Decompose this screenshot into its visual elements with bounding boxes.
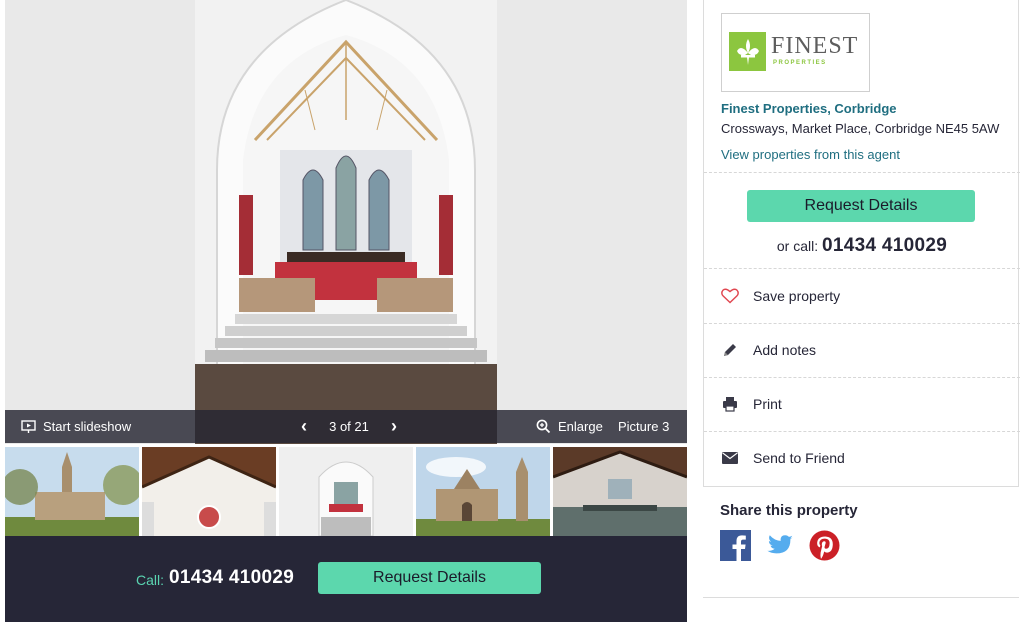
thumbnail-roof-timber[interactable] <box>142 447 276 536</box>
logo-subtitle: PROPERTIES <box>773 60 827 66</box>
thumbnail-nave[interactable] <box>553 447 687 536</box>
share-title: Share this property <box>720 502 858 519</box>
thumbnail-strip <box>5 447 687 536</box>
request-details-button-bottom[interactable]: Request Details <box>318 562 541 594</box>
view-agent-properties-link[interactable]: View properties from this agent <box>721 147 900 162</box>
thumbnail-chancel[interactable] <box>279 447 413 536</box>
send-to-friend-label: Send to Friend <box>753 450 845 466</box>
thumbnail-church-facade[interactable] <box>416 447 550 536</box>
photo-count-text: 3 of 21 <box>329 419 369 434</box>
pencil-icon <box>720 340 740 360</box>
save-property-label: Save property <box>753 288 841 304</box>
or-call-label: or call: <box>776 238 819 254</box>
save-property-action[interactable]: Save property <box>704 269 1020 323</box>
agent-address: Crossways, Market Place, Corbridge NE45 … <box>721 121 1000 136</box>
agent-phone-number[interactable]: 01434 410029 <box>822 235 947 256</box>
previous-photo-icon[interactable]: ‹ <box>301 416 307 437</box>
agent-name[interactable]: Finest Properties, Corbridge <box>721 101 897 116</box>
photo-counter: ‹ 3 of 21 › <box>301 410 397 443</box>
zoom-icon <box>536 419 551 434</box>
gallery-controls-bar: Start slideshow ‹ 3 of 21 › Enlarge Pict… <box>5 410 687 443</box>
divider <box>703 597 1019 598</box>
twitter-icon[interactable] <box>764 530 795 561</box>
envelope-icon <box>720 448 740 468</box>
heart-icon <box>720 286 740 306</box>
picture-label: Picture 3 <box>618 419 670 434</box>
facebook-icon[interactable] <box>720 530 751 561</box>
pinterest-icon[interactable] <box>809 530 840 561</box>
call-label: Call: <box>136 572 165 588</box>
agent-logo[interactable]: FINEST PROPERTIES <box>721 13 870 92</box>
add-notes-action[interactable]: Add notes <box>704 323 1020 377</box>
agent-call-line: or call: 01434 410029 <box>704 235 1020 257</box>
call-number[interactable]: 01434 410029 <box>169 567 294 589</box>
fleur-de-lis-icon <box>729 32 766 71</box>
slideshow-icon <box>21 419 36 433</box>
agent-sidebar: FINEST PROPERTIES Finest Properties, Cor… <box>703 0 1020 487</box>
next-photo-icon[interactable]: › <box>391 416 397 437</box>
send-to-friend-action[interactable]: Send to Friend <box>704 431 1020 485</box>
enlarge-label: Enlarge <box>558 419 603 434</box>
thumbnail-church-exterior[interactable] <box>5 447 139 536</box>
enlarge-button[interactable]: Enlarge <box>536 410 603 443</box>
main-photo-viewer[interactable] <box>5 0 687 444</box>
slideshow-label: Start slideshow <box>43 419 132 434</box>
church-interior-photo <box>195 0 497 444</box>
printer-icon <box>720 394 740 414</box>
print-label: Print <box>753 396 782 412</box>
logo-wordmark: FINEST <box>771 33 859 59</box>
divider <box>704 172 1020 173</box>
property-gallery: Start slideshow ‹ 3 of 21 › Enlarge Pict… <box>5 0 687 622</box>
print-action[interactable]: Print <box>704 377 1020 431</box>
request-details-button[interactable]: Request Details <box>747 190 975 222</box>
add-notes-label: Add notes <box>753 342 817 358</box>
start-slideshow-button[interactable]: Start slideshow <box>21 410 131 443</box>
